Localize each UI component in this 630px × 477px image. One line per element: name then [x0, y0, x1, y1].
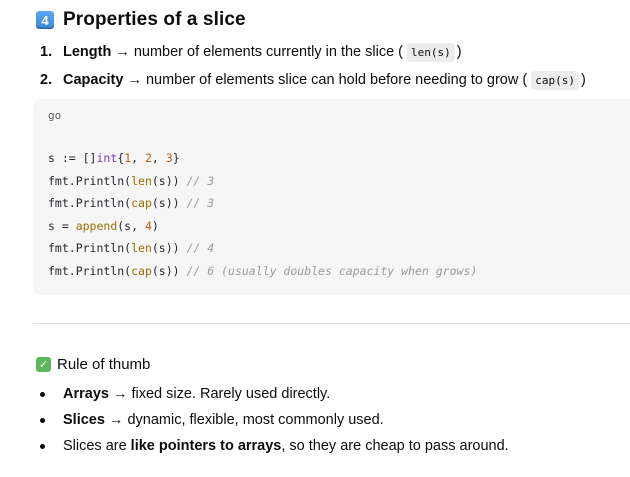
inline-code: cap(s) — [531, 70, 579, 90]
property-description: number of elements slice can hold before… — [145, 72, 528, 88]
bullet-bold: Slices — [63, 412, 105, 428]
bullet-arrays: Arrays → fixed size. Rarely used directl… — [40, 381, 630, 407]
section-title: Properties of a slice — [63, 9, 246, 30]
property-description: number of elements currently in the slic… — [133, 44, 403, 60]
bullet-bold: Arrays — [63, 386, 109, 402]
bullet-slices: Slices → dynamic, flexible, most commonl… — [40, 407, 630, 433]
code-line: s := []int{1, 2, 3} — [48, 151, 180, 165]
property-term: Length — [63, 44, 112, 60]
bullet-dot — [40, 391, 45, 397]
rule-heading: ✓ Rule of thumb — [36, 354, 150, 374]
code-line: s = append(s, 4) — [48, 218, 159, 233]
list-number: 2. — [40, 72, 53, 88]
property-length: 1. Length → number of elements currently… — [40, 38, 630, 66]
arrow-icon: → — [127, 72, 142, 88]
code-language-label: go — [48, 109, 62, 122]
bullet-bold: like pointers to arrays — [130, 438, 282, 454]
property-capacity: 2. Capacity → number of elements slice c… — [40, 66, 630, 94]
code-line: fmt.Println(cap(s)) // 3 — [48, 196, 215, 210]
arrow-icon: → — [115, 44, 130, 60]
rule-bullets: Arrays → fixed size. Rarely used directl… — [40, 381, 630, 459]
divider — [33, 323, 630, 324]
code-block[interactable]: go s := []int{1, 2, 3} fmt.Println(len(s)… — [33, 99, 630, 295]
keycap-four-icon: 4 — [36, 11, 54, 29]
bullet-prefix: Slices are — [63, 438, 127, 454]
code-line: fmt.Println(cap(s)) // 6 (usually double… — [48, 263, 478, 278]
bullet-pointers: Slices are like pointers to arrays , so … — [40, 433, 630, 459]
properties-list: 1. Length → number of elements currently… — [40, 38, 630, 94]
list-number: 1. — [40, 44, 53, 60]
bullet-dot — [40, 443, 45, 449]
close-paren: ) — [456, 44, 462, 60]
property-term: Capacity — [63, 72, 124, 88]
check-mark-icon: ✓ — [36, 356, 51, 372]
bullet-dot — [40, 417, 45, 423]
code-content[interactable]: s := []int{1, 2, 3} fmt.Println(len(s)) /… — [48, 147, 477, 282]
bullet-text: → dynamic, flexible, most commonly used. — [108, 412, 384, 428]
inline-code: len(s) — [407, 42, 455, 62]
bullet-text: , so they are cheap to pass around. — [281, 438, 509, 454]
bullet-text: → fixed size. Rarely used directly. — [112, 386, 331, 402]
section-heading: 4 Properties of a slice — [36, 8, 246, 32]
code-line: fmt.Println(len(s)) // 4 — [48, 241, 215, 255]
code-line: fmt.Println(len(s)) // 3 — [48, 173, 215, 188]
rule-title: Rule of thumb — [57, 355, 151, 373]
close-paren: ) — [580, 72, 586, 88]
